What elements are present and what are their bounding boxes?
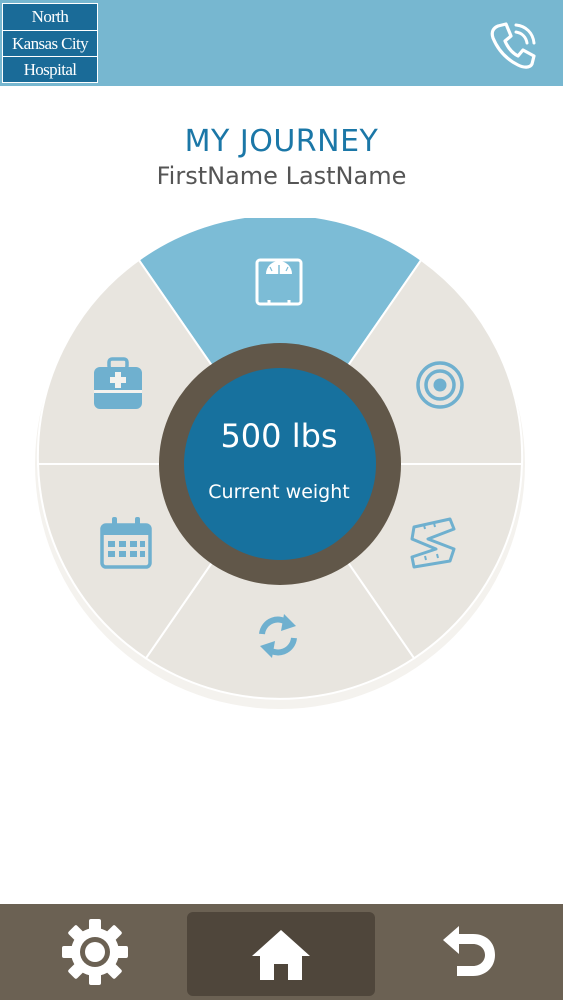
bottom-tab-bar <box>0 904 563 1000</box>
current-weight-value: 500 lbs <box>220 417 338 455</box>
home-icon <box>252 930 310 980</box>
user-name: FirstName LastName <box>156 162 407 190</box>
hospital-logo: North Kansas City Hospital <box>2 3 98 83</box>
phone-button[interactable] <box>484 18 540 74</box>
current-weight-label: Current weight <box>208 481 350 503</box>
target-icon <box>416 361 464 409</box>
logo-line-1: North <box>31 7 69 26</box>
current-weight-display[interactable]: 500 lbs Current weight <box>183 366 375 558</box>
gear-icon <box>62 919 128 985</box>
logo-line-3: Hospital <box>3 56 97 82</box>
logo-line-2: Kansas City <box>3 29 97 56</box>
phone-icon <box>490 22 536 69</box>
app-header: North Kansas City Hospital <box>0 0 563 86</box>
settings-tab[interactable] <box>40 904 150 1000</box>
home-tab[interactable] <box>187 912 375 996</box>
back-tab[interactable] <box>414 904 524 1000</box>
page-title: MY JOURNEY <box>184 124 379 159</box>
back-icon <box>443 926 495 976</box>
